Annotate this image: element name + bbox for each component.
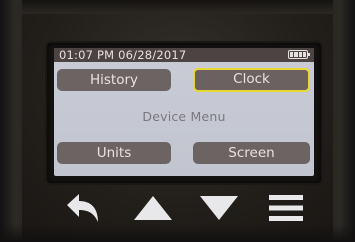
back-key[interactable] bbox=[56, 189, 110, 227]
up-arrow-icon bbox=[134, 196, 172, 220]
units-button[interactable]: Units bbox=[57, 142, 171, 164]
hamburger-menu-icon bbox=[269, 195, 303, 221]
battery-terminal bbox=[308, 53, 310, 56]
battery-cell bbox=[302, 52, 306, 57]
screen-button[interactable]: Screen bbox=[193, 142, 310, 164]
battery-full-icon bbox=[288, 50, 310, 59]
down-arrow-icon bbox=[200, 196, 238, 220]
clock-button[interactable]: Clock bbox=[193, 68, 310, 92]
status-bar: 01:07 PM 06/28/2017 bbox=[54, 48, 314, 62]
battery-cell bbox=[298, 52, 302, 57]
menu-key[interactable] bbox=[259, 189, 313, 227]
datetime-readout: 01:07 PM 06/28/2017 bbox=[59, 48, 187, 62]
battery-cell bbox=[294, 52, 298, 57]
device-right-edge bbox=[333, 0, 355, 242]
up-key[interactable] bbox=[126, 189, 180, 227]
history-button[interactable]: History bbox=[57, 69, 171, 91]
bottom-shadow bbox=[0, 224, 355, 242]
down-key[interactable] bbox=[192, 189, 246, 227]
device-left-edge bbox=[0, 0, 22, 242]
display-screen: 01:07 PM 06/28/2017 History Clock Device… bbox=[54, 48, 314, 176]
battery-cell bbox=[290, 52, 294, 57]
device-top-bezel bbox=[0, 0, 355, 14]
menu-title: Device Menu bbox=[142, 109, 226, 124]
device-body: 01:07 PM 06/28/2017 History Clock Device… bbox=[0, 0, 355, 242]
back-arrow-icon bbox=[67, 194, 98, 222]
